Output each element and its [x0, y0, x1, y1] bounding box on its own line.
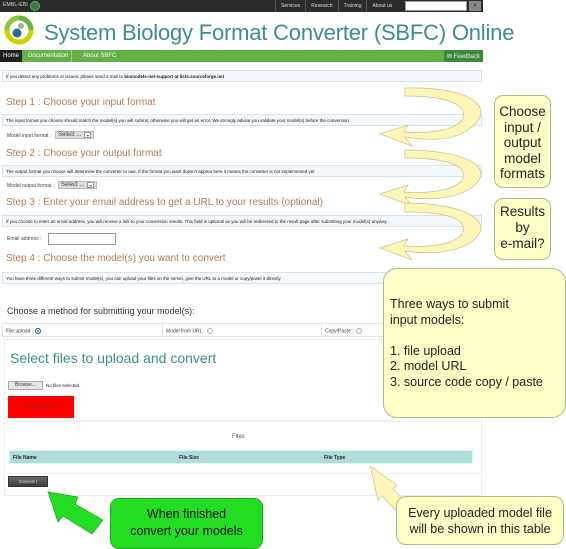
method-file-upload[interactable]: File upload :	[3, 324, 163, 336]
masthead-search-input[interactable]	[405, 1, 467, 11]
method-title: Choose a method for submitting your mode…	[7, 306, 195, 316]
sbfc-logo-icon	[4, 15, 34, 45]
input-format-value: Select ...	[58, 132, 82, 138]
main-nav: Home Documentation About SBFC ✉ Feedback	[0, 50, 483, 62]
feedback-icon: ✉	[446, 54, 452, 60]
callout-line: e-mail?	[500, 236, 545, 251]
curved-arrow-2-icon	[378, 149, 482, 207]
browse-button[interactable]: Browse...	[8, 381, 43, 390]
step4-title: Step 4 : Choose the model(s) you want to…	[6, 253, 226, 264]
support-email-link[interactable]: biomodels-net-support at lists.sourcefor…	[124, 74, 224, 79]
callout-line: convert your models	[130, 524, 243, 538]
column-file-name: File Name	[13, 455, 37, 461]
title-band: System Biology Format Converter (SBFC) O…	[0, 12, 514, 50]
upload-title: Select files to upload and convert	[10, 350, 217, 366]
files-table-header: File Name File Size File Type	[9, 450, 473, 464]
step2-title: Step 2 : Choose your output format	[6, 148, 162, 159]
output-format-value: Select ...	[61, 182, 85, 188]
upload-progress-area	[6, 420, 480, 422]
callout-line: When finished	[146, 507, 227, 521]
support-notice: If you detect any problems or issues, pl…	[2, 70, 482, 82]
drop-zone[interactable]: Drop files here	[8, 396, 74, 418]
step1-title: Step 1 : Choose your input format	[6, 97, 156, 108]
callout-convert: When finished convert your models	[110, 498, 263, 549]
curved-arrow-3-icon	[378, 202, 482, 261]
convert-button[interactable]: Convert !	[8, 476, 48, 487]
masthead-link-about-us[interactable]: About us	[366, 0, 397, 12]
method-file-upload-label: File upload :	[6, 328, 34, 335]
callout-line: formats	[499, 166, 545, 181]
no-file-text: No files selected.	[46, 383, 81, 388]
masthead-links: Services Research Training About us	[275, 0, 397, 12]
method-model-url[interactable]: Model from URL :	[163, 324, 322, 336]
callout-line: by	[515, 220, 530, 235]
masthead-link-services[interactable]: Services	[275, 0, 305, 12]
files-caption: Files	[232, 434, 245, 440]
ebi-label[interactable]: EMBL-EBI	[3, 2, 28, 8]
callout-line: Every uploaded model file	[408, 506, 552, 520]
column-file-type: File Type	[324, 455, 346, 461]
step3-title: Step 3 : Enter your email address to get…	[6, 197, 324, 208]
method-model-url-label: Model from URL :	[166, 328, 205, 335]
nav-documentation[interactable]: Documentation	[25, 50, 73, 62]
nav-about-sbfc[interactable]: About SBFC	[80, 50, 119, 62]
email-label: Email address :	[7, 236, 42, 242]
input-format-select[interactable]: Select ... ▾	[55, 131, 95, 139]
arrow-to-convert-icon	[47, 491, 104, 535]
ebi-logo-icon[interactable]	[30, 1, 40, 11]
callout-line: input /	[504, 119, 541, 135]
step3-info: If you choose to enter an email address,…	[2, 215, 482, 227]
callout-line: output	[503, 135, 542, 150]
output-format-label: Model output format :	[7, 183, 55, 189]
feedback-label: Feedback	[453, 54, 480, 60]
feedback-button[interactable]: ✉ Feedback	[443, 50, 483, 62]
page-title: System Biology Format Converter (SBFC) O…	[44, 20, 515, 45]
ebi-masthead: EMBL-EBI Services Research Training Abou…	[0, 0, 483, 12]
callout-methods: Three ways to submit input models: 1. fi…	[383, 268, 566, 418]
callout-line: Choose	[499, 104, 546, 119]
model-url-radio[interactable]	[207, 328, 213, 334]
masthead-link-training[interactable]: Training	[337, 0, 367, 12]
callout-email: Results by e-mail?	[494, 198, 551, 260]
support-notice-text: If you detect any problems or issues, pl…	[6, 74, 125, 79]
search-icon[interactable]: ⌕	[469, 1, 481, 11]
file-upload-radio[interactable]	[35, 328, 42, 334]
divider	[4, 473, 482, 474]
callout-formats: Choose input / output model formats	[494, 95, 551, 188]
callout-table: Every uploaded model file will be shown i…	[396, 496, 564, 545]
callout-line: will be shown in this table	[409, 522, 551, 536]
masthead-link-research[interactable]: Research	[305, 0, 337, 12]
input-format-label: Model input format :	[7, 133, 52, 139]
step2-info: The output format you choose will determ…	[2, 165, 482, 177]
nav-home[interactable]: Home	[0, 50, 23, 62]
callout-line: model	[504, 150, 541, 166]
chevron-down-icon: ▾	[87, 182, 95, 188]
copy-paste-radio[interactable]	[355, 328, 362, 334]
chevron-down-icon: ▾	[84, 132, 92, 138]
callout-line: Results	[499, 204, 545, 219]
method-copy-paste-label: Copy/Paste :	[325, 328, 354, 335]
email-input[interactable]	[48, 233, 116, 245]
output-format-select[interactable]: Select ... ▾	[58, 181, 98, 189]
column-file-size: File Size	[179, 455, 200, 461]
step1-info: The input format you choose should match…	[2, 114, 482, 126]
